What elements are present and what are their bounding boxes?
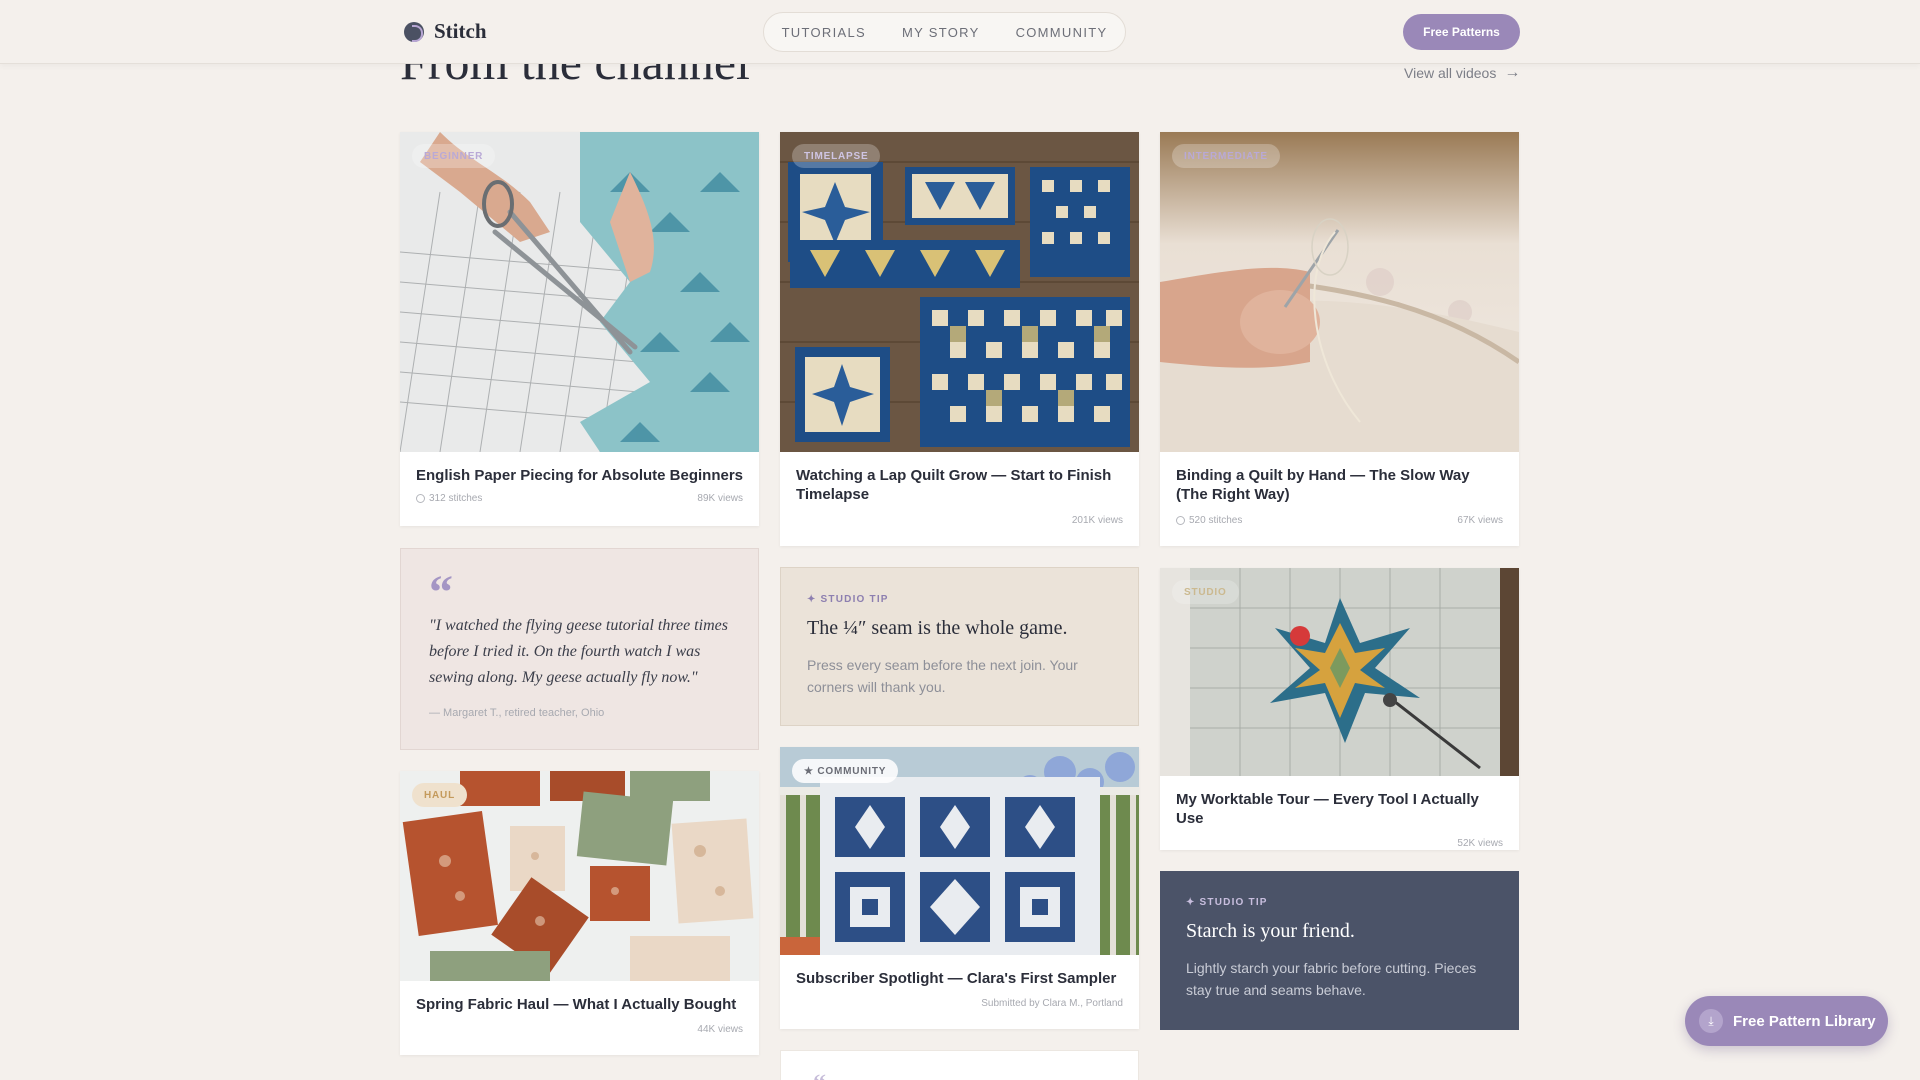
next-card-partial: “ — [780, 1050, 1139, 1080]
spool-icon — [404, 21, 424, 42]
studio-tip-card: ✦ STUDIO TIP The ¼″ seam is the whole ga… — [780, 567, 1139, 726]
view-all-videos-link[interactable]: View all videos → — [1404, 64, 1520, 82]
quote-author: — Margaret T., retired teacher, Ohio — [429, 707, 605, 719]
free-patterns-button[interactable]: Free Patterns — [1403, 14, 1520, 50]
quote-mark-icon: “ — [813, 1069, 826, 1080]
stitch-count: 312 stitches — [416, 493, 482, 504]
video-title: Binding a Quilt by Hand — The Slow Way (… — [1176, 467, 1470, 503]
video-card[interactable]: INTERMEDIATE Binding a Quilt by Hand — T… — [1160, 132, 1519, 546]
stitch-icon — [416, 494, 425, 503]
tip-label: ✦ STUDIO TIP — [1186, 897, 1268, 908]
video-title: English Paper Piecing for Absolute Begin… — [416, 467, 744, 484]
arrow-right-icon: → — [1504, 64, 1521, 81]
quote-text: "I watched the flying geese tutorial thr… — [429, 617, 728, 686]
category-badge: TIMELAPSE — [792, 144, 881, 168]
brand-logo[interactable]: Stitch — [404, 19, 487, 44]
view-count: 52K views — [1457, 838, 1503, 849]
nav-community[interactable]: COMMUNITY — [1016, 25, 1108, 40]
video-thumbnail: ★ COMMUNITY — [780, 747, 1139, 955]
view-count: 67K views — [1457, 515, 1503, 526]
video-thumbnail: TIMELAPSE — [780, 132, 1139, 452]
category-badge: HAUL — [412, 783, 467, 807]
tip-text: Lightly starch your fabric before cuttin… — [1186, 960, 1477, 998]
top-navigation-bar: Stitch TUTORIALS MY STORY COMMUNITY Free… — [0, 0, 1920, 64]
submitted-by: Submitted by Clara M., Portland — [981, 998, 1123, 1009]
level-badge: BEGINNER — [412, 144, 496, 168]
download-icon: ⤓ — [1699, 1009, 1723, 1033]
testimonial-quote: “ "I watched the flying geese tutorial t… — [400, 548, 759, 750]
video-thumbnail: BEGINNER — [400, 132, 759, 452]
view-count: 89K views — [697, 493, 743, 504]
tip-text: Press every seam before the next join. Y… — [807, 657, 1078, 695]
video-card[interactable]: STUDIO My Worktable Tour — Every Tool I … — [1160, 568, 1519, 850]
video-title: Subscriber Spotlight — Clara's First Sam… — [796, 970, 1117, 987]
stitch-count-label: 312 stitches — [429, 493, 483, 504]
studio-tip-card: ✦ STUDIO TIP Starch is your friend. Ligh… — [1160, 871, 1519, 1030]
tip-title: Starch is your friend. — [1186, 920, 1355, 942]
quote-mark-icon: “ — [429, 566, 453, 619]
community-badge: ★ COMMUNITY — [792, 759, 899, 783]
stitch-count-label: 520 stitches — [1189, 515, 1243, 526]
category-badge: STUDIO — [1172, 580, 1239, 604]
view-count: 201K views — [1071, 515, 1123, 526]
view-all-label: View all videos — [1404, 65, 1497, 81]
video-title: Spring Fabric Haul — What I Actually Bou… — [416, 996, 737, 1013]
video-card[interactable]: BEGINNER English Paper Piecing for Absol… — [400, 132, 759, 526]
view-count: 44K views — [697, 1024, 743, 1035]
video-card[interactable]: ★ COMMUNITY Subscriber Spotlight — Clara… — [780, 747, 1139, 1029]
video-card[interactable]: TIMELAPSE Watching a Lap Quilt Grow — St… — [780, 132, 1139, 546]
video-thumbnail: INTERMEDIATE — [1160, 132, 1519, 452]
video-title: My Worktable Tour — Every Tool I Actuall… — [1176, 791, 1479, 827]
nav-tutorials[interactable]: TUTORIALS — [782, 25, 866, 40]
video-title: Watching a Lap Quilt Grow — Start to Fin… — [796, 467, 1112, 503]
level-badge: INTERMEDIATE — [1172, 144, 1280, 168]
brand-name: Stitch — [434, 19, 487, 43]
free-pattern-library-label: Free Pattern Library — [1733, 1012, 1876, 1030]
video-thumbnail: STUDIO — [1160, 568, 1519, 776]
tip-label: ✦ STUDIO TIP — [807, 594, 889, 605]
tip-title: The ¼″ seam is the whole game. — [807, 617, 1068, 639]
stitch-count: 520 stitches — [1176, 515, 1242, 526]
free-pattern-library-button[interactable]: ⤓ Free Pattern Library — [1685, 996, 1888, 1046]
stitch-icon — [1176, 516, 1185, 525]
video-card[interactable]: HAUL Spring Fabric Haul — What I Actuall… — [400, 771, 759, 1055]
main-nav: TUTORIALS MY STORY COMMUNITY — [763, 12, 1126, 52]
nav-my-story[interactable]: MY STORY — [902, 25, 980, 40]
video-thumbnail: HAUL — [400, 771, 759, 981]
